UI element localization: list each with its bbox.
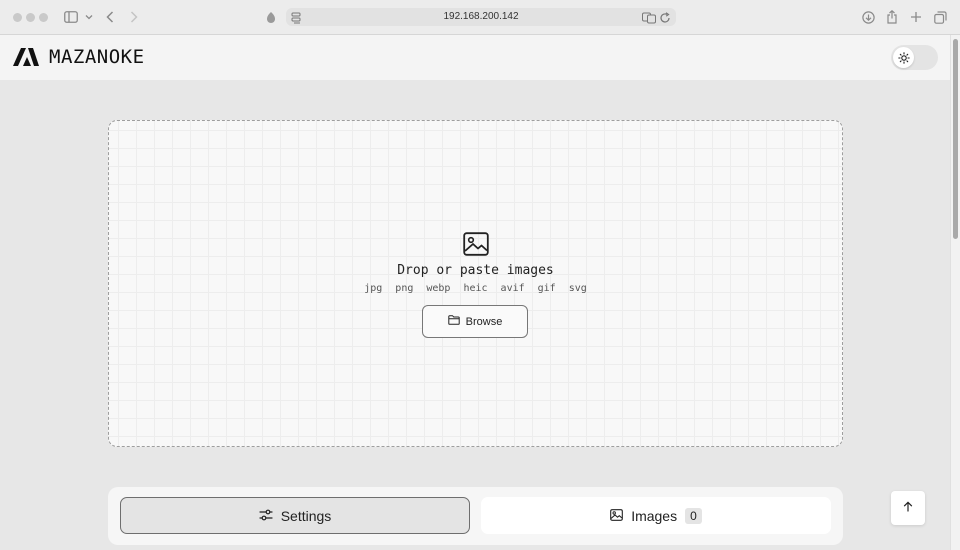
format-label: avif: [500, 283, 525, 294]
window-close-button[interactable]: [13, 13, 22, 22]
url-text: 192.168.200.142: [443, 11, 519, 22]
image-icon: [610, 508, 624, 524]
images-label: Images: [631, 507, 678, 524]
page-scrollbar[interactable]: [950, 35, 960, 550]
browser-toolbar: 192.168.200.142: [0, 0, 960, 35]
app-header: MAZANOKE: [0, 35, 950, 80]
window-minimize-button[interactable]: [26, 13, 35, 22]
tab-settings[interactable]: Settings: [120, 497, 470, 534]
browse-button[interactable]: Browse: [422, 305, 528, 338]
arrow-up-icon: [903, 499, 913, 517]
theme-toggle[interactable]: [891, 45, 938, 70]
reload-icon[interactable]: [659, 11, 671, 29]
folder-icon: [447, 315, 460, 328]
format-label: svg: [568, 283, 587, 294]
scrollbar-thumb[interactable]: [953, 39, 958, 239]
share-icon[interactable]: [885, 9, 899, 25]
tab-images[interactable]: Images 0: [481, 497, 831, 534]
app-title: MAZANOKE: [49, 46, 145, 68]
back-icon[interactable]: [104, 9, 116, 25]
privacy-report-icon[interactable]: [264, 9, 278, 25]
sliders-icon: [259, 508, 273, 524]
new-tab-icon[interactable]: [909, 9, 923, 25]
supported-formats: jpg png webp heic avif gif svg: [109, 283, 842, 294]
downloads-icon[interactable]: [861, 9, 875, 25]
images-count-badge: 0: [685, 507, 702, 524]
translate-icon[interactable]: [642, 11, 656, 29]
window-zoom-button[interactable]: [39, 13, 48, 22]
tab-overview-icon[interactable]: [933, 9, 947, 25]
settings-label: Settings: [280, 507, 332, 524]
drop-title: Drop or paste images: [397, 263, 554, 278]
sidebar-toggle-icon[interactable]: [63, 9, 79, 25]
image-icon: [463, 232, 489, 261]
image-drop-zone[interactable]: Drop or paste images jpg png webp heic a…: [108, 120, 843, 447]
format-label: jpg: [364, 283, 383, 294]
mazanoke-logo-icon: [13, 48, 39, 71]
bottom-tab-bar: Settings Images 0: [108, 487, 843, 545]
format-label: webp: [426, 283, 451, 294]
sun-icon: [893, 47, 914, 68]
forward-icon[interactable]: [128, 9, 140, 25]
format-label: heic: [463, 283, 488, 294]
format-label: png: [395, 283, 414, 294]
browse-label: Browse: [465, 315, 503, 328]
address-bar[interactable]: 192.168.200.142: [286, 8, 676, 26]
chevron-down-icon[interactable]: [84, 9, 94, 25]
scroll-to-top-button[interactable]: [891, 491, 925, 525]
format-label: gif: [537, 283, 556, 294]
